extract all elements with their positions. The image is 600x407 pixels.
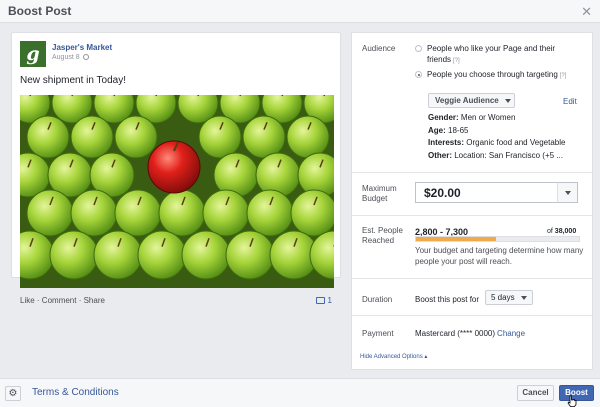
- detail-value: Men or Women: [460, 113, 516, 122]
- hand-cursor-icon: [567, 395, 577, 407]
- audience-option-targeting[interactable]: People you choose through targeting [?]: [415, 69, 587, 82]
- budget-dropdown-button[interactable]: [557, 182, 578, 203]
- cancel-button[interactable]: Cancel: [517, 385, 554, 401]
- reach-label-line2: Reached: [362, 236, 395, 245]
- reach-note: Your budget and targeting determine how …: [415, 246, 584, 266]
- detail-key: Interests:: [428, 138, 465, 147]
- detail-value: Organic food and Vegetable: [466, 138, 566, 147]
- dialog-header: Boost Post ✕: [0, 0, 600, 23]
- audience-label: Audience: [362, 44, 396, 53]
- comment-count-value: 1: [327, 296, 332, 305]
- detail-key: Other:: [428, 150, 452, 160]
- post-date: August 8: [52, 53, 112, 63]
- boost-post-dialog: Boost Post ✕ g Jasper's Market August 8 …: [0, 0, 600, 407]
- gear-icon[interactable]: ⚙: [5, 386, 21, 401]
- dialog-footer: ⚙ Terms & Conditions Cancel Boost: [0, 378, 600, 407]
- detail-key: Age:: [428, 125, 446, 135]
- detail-value: 18-65: [448, 125, 469, 135]
- divider: [352, 215, 592, 216]
- change-payment-link[interactable]: Change: [497, 329, 525, 338]
- duration-label: Duration: [362, 295, 393, 304]
- duration-text: Boost this post for: [415, 295, 480, 304]
- page-logo[interactable]: g: [20, 41, 46, 67]
- audience-select[interactable]: Veggie Audience: [428, 93, 515, 108]
- globe-icon: [82, 54, 89, 60]
- budget-label-line1: Maximum: [362, 184, 397, 193]
- apples-image: [20, 95, 334, 288]
- chevron-down-icon: [504, 98, 511, 103]
- reach-label-line1: Est. People: [362, 226, 403, 235]
- post-date-text: August 8: [52, 54, 80, 61]
- edit-audience-link[interactable]: Edit: [563, 97, 577, 106]
- reach-total-value: 38,000: [554, 228, 577, 235]
- divider: [352, 172, 592, 173]
- chevron-down-icon: [564, 190, 571, 195]
- comment-bubble-icon: [315, 297, 325, 304]
- hide-advanced-options-link[interactable]: Hide Advanced Options ▴: [360, 353, 427, 360]
- page-name-link[interactable]: Jasper's Market: [52, 43, 112, 53]
- budget-label: Maximum Budget: [362, 184, 397, 204]
- help-icon[interactable]: [?]: [453, 58, 460, 64]
- detail-other: Other: Location: San Francisco (+5 ...: [428, 150, 588, 163]
- chevron-down-icon: [520, 295, 527, 300]
- terms-link[interactable]: Terms & Conditions: [32, 387, 119, 398]
- audience-option-page-fans[interactable]: People who like your Page and their frie…: [415, 43, 587, 67]
- budget-label-line2: Budget: [362, 194, 388, 203]
- budget-input[interactable]: $20.00: [415, 182, 578, 203]
- audience-option-label: People you choose through targeting [?]: [427, 69, 566, 82]
- audience-select-value: Veggie Audience: [435, 96, 499, 105]
- reach-total: of 38,000: [547, 228, 576, 235]
- post-meta: Jasper's Market August 8: [52, 41, 112, 67]
- share-link[interactable]: Share: [84, 296, 105, 305]
- audience-option-label: People who like your Page and their frie…: [427, 43, 587, 67]
- help-icon[interactable]: [?]: [560, 73, 567, 79]
- detail-gender: Gender: Men or Women: [428, 112, 588, 125]
- audience-option-text: People you choose through targeting: [427, 70, 558, 79]
- post-text: New shipment in Today!: [20, 75, 126, 86]
- duration-select-value: 5 days: [491, 293, 515, 302]
- audience-details: Gender: Men or Women Age: 18-65 Interest…: [428, 112, 588, 162]
- payment-method-text: Mastercard (**** 0000): [415, 329, 496, 338]
- reach-total-prefix: of: [547, 228, 553, 235]
- radio-targeting[interactable]: [415, 71, 422, 78]
- close-icon[interactable]: ✕: [581, 5, 592, 18]
- audience-option-text: People who like your Page and their frie…: [427, 44, 556, 64]
- comment-count[interactable]: 1: [315, 296, 332, 305]
- post-header: g Jasper's Market August 8: [20, 41, 112, 67]
- comment-link[interactable]: Comment: [42, 296, 77, 305]
- post-actions: Like · Comment · Share: [20, 296, 105, 305]
- post-preview: g Jasper's Market August 8 New shipment …: [11, 32, 341, 305]
- like-link[interactable]: Like: [20, 296, 35, 305]
- divider: [352, 315, 592, 316]
- detail-value: Location: San Francisco (+5 ...: [454, 150, 563, 160]
- reach-label: Est. People Reached: [362, 226, 403, 246]
- reach-progress-fill: [416, 237, 496, 241]
- detail-key: Gender:: [428, 113, 459, 122]
- duration-select[interactable]: 5 days: [485, 290, 533, 305]
- dialog-title: Boost Post: [8, 4, 72, 18]
- radio-page-fans[interactable]: [415, 45, 422, 52]
- detail-interests: Interests: Organic food and Vegetable: [428, 137, 588, 150]
- reach-progress-bar: [415, 236, 580, 242]
- payment-label: Payment: [362, 329, 394, 338]
- boost-settings-panel: Audience People who like your Page and t…: [351, 32, 593, 370]
- divider: [352, 278, 592, 279]
- detail-age: Age: 18-65: [428, 125, 588, 138]
- payment-method: Mastercard (**** 0000) Change: [415, 329, 525, 338]
- post-image[interactable]: [20, 95, 334, 288]
